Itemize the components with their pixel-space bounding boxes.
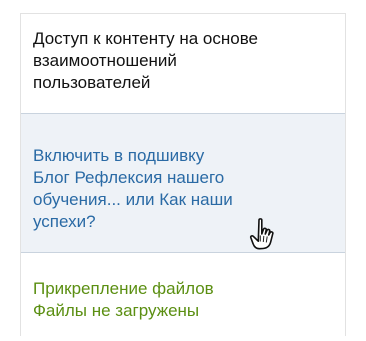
access-control-line-1: Доступ к контенту на основе <box>33 29 258 48</box>
sidebar-panel: Доступ к контенту на основе взаимоотноше… <box>20 13 346 336</box>
blog-reflection-link-line-1[interactable]: Блог Рефлексия нашего <box>33 167 345 189</box>
access-control-section: Доступ к контенту на основе взаимоотноше… <box>21 13 345 113</box>
blog-reflection-link-line-3[interactable]: успехи? <box>33 211 345 233</box>
attach-files-link[interactable]: Прикрепление файлов <box>33 278 345 300</box>
binder-section: Включить в подшивку Блог Рефлексия нашег… <box>21 113 345 252</box>
access-control-line-3: пользователей <box>33 73 151 92</box>
include-in-binder-link[interactable]: Включить в подшивку <box>33 145 345 167</box>
file-attachment-section: Прикрепление файлов Файлы не загружены <box>21 252 345 336</box>
blog-reflection-link-line-2[interactable]: обучения... или Как наши <box>33 189 345 211</box>
no-files-uploaded-text: Файлы не загружены <box>33 301 200 320</box>
access-control-line-2: взаимоотношений <box>33 51 177 70</box>
